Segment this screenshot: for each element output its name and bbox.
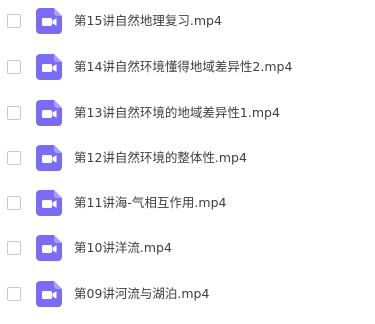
video-file-icon	[36, 145, 62, 171]
row-checkbox[interactable]	[7, 151, 21, 165]
video-file-icon	[36, 54, 62, 80]
file-list: 第15讲自然地理复习.mp4 第14讲自然环境懂得地域差异性2.mp4 第13讲…	[0, 0, 375, 324]
file-row[interactable]: 第13讲自然环境的地域差异性1.mp4	[0, 92, 375, 134]
file-name[interactable]: 第09讲河流与湖泊.mp4	[74, 285, 209, 303]
file-row[interactable]: 第15讲自然地理复习.mp4	[0, 0, 375, 42]
file-row[interactable]: 第10讲洋流.mp4	[0, 227, 375, 269]
row-checkbox[interactable]	[7, 14, 21, 28]
row-checkbox[interactable]	[7, 60, 21, 74]
file-row[interactable]: 第09讲河流与湖泊.mp4	[0, 273, 375, 315]
row-checkbox[interactable]	[7, 241, 21, 255]
file-name[interactable]: 第10讲洋流.mp4	[74, 239, 172, 257]
row-checkbox[interactable]	[7, 196, 21, 210]
file-row[interactable]: 第14讲自然环境懂得地域差异性2.mp4	[0, 46, 375, 88]
file-row[interactable]: 第11讲海-气相互作用.mp4	[0, 182, 375, 224]
file-name[interactable]: 第14讲自然环境懂得地域差异性2.mp4	[74, 58, 292, 76]
row-checkbox[interactable]	[7, 106, 21, 120]
video-file-icon	[36, 281, 62, 307]
video-file-icon	[36, 235, 62, 261]
video-file-icon	[36, 8, 62, 34]
file-name[interactable]: 第13讲自然环境的地域差异性1.mp4	[74, 104, 280, 122]
video-file-icon	[36, 100, 62, 126]
file-name[interactable]: 第15讲自然地理复习.mp4	[74, 12, 222, 30]
file-row[interactable]: 第12讲自然环境的整体性.mp4	[0, 137, 375, 179]
file-name[interactable]: 第12讲自然环境的整体性.mp4	[74, 149, 247, 167]
row-checkbox[interactable]	[7, 287, 21, 301]
video-file-icon	[36, 190, 62, 216]
file-name[interactable]: 第11讲海-气相互作用.mp4	[74, 194, 226, 212]
